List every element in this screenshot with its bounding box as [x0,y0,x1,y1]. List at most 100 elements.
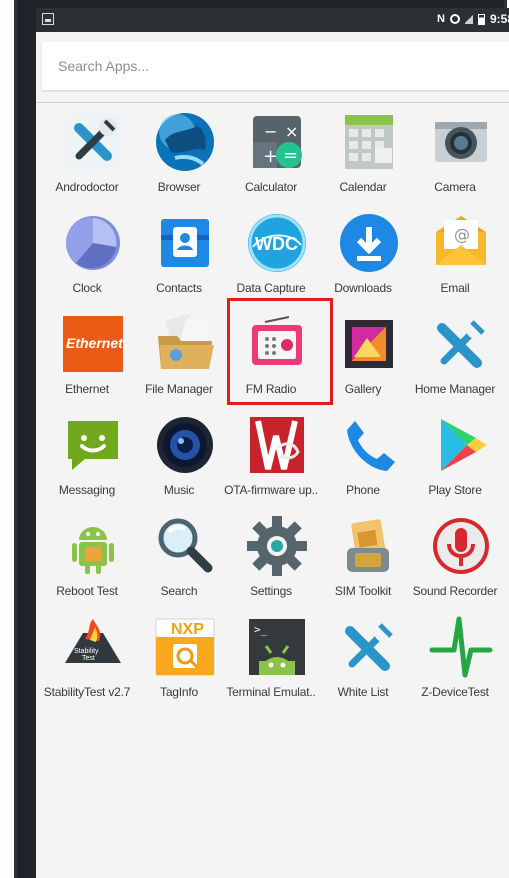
gallery-icon [337,312,401,376]
play-store-icon [429,413,493,477]
microphone-icon [429,514,493,578]
download-icon [337,211,401,275]
app-stability-test[interactable]: Stability Test StabilityTest v2.7 [41,613,133,711]
svg-text:×: × [285,122,298,141]
app-label: TagInfo [160,685,198,699]
app-phone[interactable]: Phone [317,411,409,509]
app-messaging[interactable]: Messaging [41,411,133,509]
status-time: 9:58 [489,12,509,26]
sim-card-icon [337,514,401,578]
app-label: Data Capture [236,281,306,295]
app-label: Email [440,281,470,295]
app-label: Browser [157,180,201,194]
data-capture-highlight-box [227,298,333,405]
app-play-store[interactable]: Play Store [409,411,501,509]
svg-text:Ethernet: Ethernet [66,335,124,351]
app-home-manager[interactable]: Home Manager [409,310,501,408]
app-label: SIM Toolkit [334,584,392,598]
app-calculator[interactable]: − × + = Calculator [225,108,317,206]
search-apps-field[interactable]: Search Apps... [42,42,509,90]
status-bar: N 9:58 [36,8,509,32]
app-label: File Manager [145,382,213,396]
svg-text:=: = [283,145,298,166]
app-music[interactable]: Music [133,411,225,509]
android-robot-icon [61,514,125,578]
app-ethernet[interactable]: Ethernet Ethernet [41,310,133,408]
app-downloads[interactable]: Downloads [317,209,409,307]
app-drawer-screen: N 9:58 Search Apps... Androdoctor [36,8,509,878]
app-label: Calendar [339,180,387,194]
email-icon: @ [429,211,493,275]
wrench-screwdriver-icon [337,615,401,679]
signal-icon [464,14,473,24]
app-email[interactable]: @ Email [409,209,501,307]
folder-icon [153,312,217,376]
app-label: Sound Recorder [412,584,498,598]
app-label: Phone [346,483,380,497]
terminal-icon: >_ [245,615,309,679]
svg-text:>_: >_ [254,623,268,636]
wrench-screwdriver-icon [429,312,493,376]
app-reboot-test[interactable]: Reboot Test [41,512,133,610]
nxp-taginfo-icon: NXP [153,615,217,679]
app-label: Reboot Test [56,584,118,598]
app-label: Messaging [58,483,116,497]
search-divider [36,102,509,103]
app-data-capture[interactable]: WDC Data Capture [225,209,317,307]
stability-test-icon: Stability Test [61,615,125,679]
app-label: Camera [434,180,476,194]
app-contacts[interactable]: Contacts [133,209,225,307]
app-file-manager[interactable]: File Manager [133,310,225,408]
app-browser[interactable]: Browser [133,108,225,206]
clock-icon [61,211,125,275]
app-ota-firmware[interactable]: OTA-firmware up.. [224,411,318,509]
app-label: Ethernet [65,382,109,396]
notification-icon [42,13,54,25]
app-label: OTA-firmware up.. [224,483,318,497]
app-label: Androdoctor [55,180,119,194]
status-icons: N 9:58 [437,12,509,26]
nfc-icon: N [437,13,445,25]
svg-text:−: − [264,122,277,141]
app-camera[interactable]: Camera [409,108,501,206]
globe-icon [153,110,217,174]
ota-icon [245,413,309,477]
app-label: Downloads [334,281,392,295]
wdc-icon: WDC [245,211,309,275]
camera-icon [429,110,493,174]
app-sound-recorder[interactable]: Sound Recorder [409,512,501,610]
app-label: Settings [250,584,292,598]
contacts-icon [153,211,217,275]
app-label: Calculator [244,180,298,194]
search-placeholder: Search Apps... [58,58,150,74]
speaker-icon [153,413,217,477]
app-settings[interactable]: Settings [225,512,317,610]
gear-icon [245,514,309,578]
app-label: Music [163,483,195,497]
app-label: Play Store [428,483,482,497]
app-androdoctor[interactable]: Androdoctor [41,108,133,206]
app-label: Search [160,584,198,598]
svg-text:Test: Test [82,655,95,662]
device-frame: N 9:58 Search Apps... Androdoctor [14,0,509,878]
svg-text:WDC: WDC [255,234,298,254]
svg-text:Stability: Stability [74,648,99,655]
app-search[interactable]: Search [133,512,225,610]
heartbeat-icon [429,615,493,679]
app-terminal-emulator[interactable]: >_ Terminal Emulat.. [225,613,317,711]
phone-icon [337,413,401,477]
app-clock[interactable]: Clock [41,209,133,307]
app-label: Z-DeviceTest [421,685,489,699]
app-z-devicetest[interactable]: Z-DeviceTest [409,613,501,711]
app-sim-toolkit[interactable]: SIM Toolkit [317,512,409,610]
app-taginfo[interactable]: NXP TagInfo [133,613,225,711]
app-label: Contacts [156,281,202,295]
app-white-list[interactable]: White List [317,613,409,711]
ethernet-icon: Ethernet [61,312,125,376]
sync-icon [449,14,460,24]
calculator-icon: − × + = [245,110,309,174]
app-label: Home Manager [414,382,496,396]
app-calendar[interactable]: Calendar [317,108,409,206]
app-label: StabilityTest v2.7 [43,685,131,699]
battery-icon [477,13,485,25]
